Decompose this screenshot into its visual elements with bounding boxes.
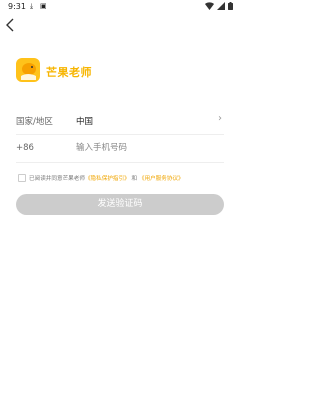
region-label: 国家/地区 (16, 117, 53, 127)
brand-name: 芒果老师 (46, 66, 92, 79)
wifi-icon (205, 2, 214, 10)
send-code-button[interactable]: 发送验证码 (16, 194, 224, 215)
region-selector[interactable]: 国家/地区 中国 › (16, 106, 224, 135)
status-time: 9:31 (8, 2, 26, 11)
back-button[interactable] (5, 18, 21, 34)
status-bar: 9:31 ⤓ ▣ (0, 0, 240, 14)
chevron-right-icon: › (218, 113, 222, 124)
signal-icon (217, 2, 225, 10)
terms-link[interactable]: 《用户服务协议》 (139, 176, 184, 182)
agree-checkbox[interactable] (18, 174, 26, 182)
phone-row: +86 (16, 134, 224, 163)
country-code: +86 (16, 143, 34, 153)
agreement-prefix: 已阅读并同意芒果老师 (29, 176, 85, 182)
agreement-row: 已阅读并同意芒果老师《隐私保护指引》 和 《用户服务协议》 (16, 172, 231, 184)
agreement-conjunction: 和 (131, 176, 138, 182)
mango-logo (16, 58, 40, 82)
battery-icon (228, 2, 233, 10)
phone-input[interactable] (76, 140, 216, 156)
notification-a-icon: ▣ (40, 2, 47, 10)
privacy-link[interactable]: 《隐私保护指引》 (85, 176, 130, 182)
chevron-left-icon (6, 18, 14, 32)
region-value: 中国 (76, 117, 94, 127)
download-icon: ⤓ (30, 2, 34, 10)
